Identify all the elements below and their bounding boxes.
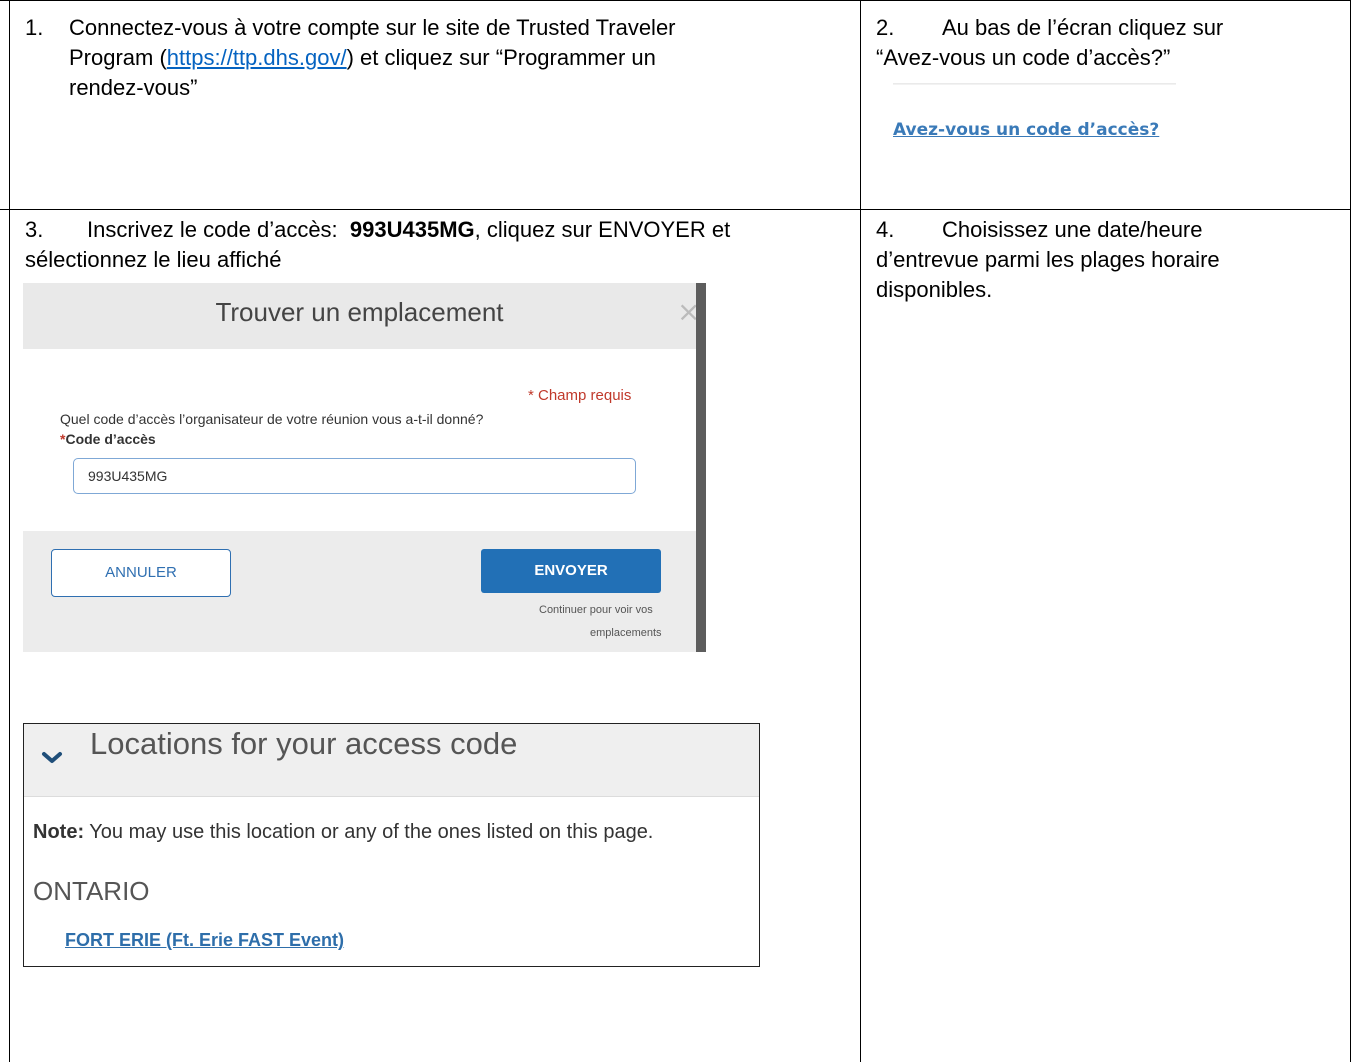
step-2-cell: 2. Au bas de l’écran cliquez sur “Avez-vo…	[876, 13, 1336, 73]
continue-hint-line-1: Continuer pour voir vos	[539, 604, 653, 616]
step-4-line-2: d’entrevue parmi les plages horaire	[876, 247, 1220, 272]
access-code-value: 993U435MG	[349, 217, 475, 242]
note-label: Note:	[33, 821, 85, 843]
step-1-text-before-url: Program (	[69, 45, 167, 70]
chevron-down-icon[interactable]	[40, 746, 64, 775]
location-link-fort-erie[interactable]: FORT ERIE (Ft. Erie FAST Event)	[65, 930, 344, 951]
step-2-number: 2.	[876, 15, 895, 40]
cancel-button[interactable]: ANNULER	[51, 549, 231, 597]
dialog-title: Trouver un emplacement	[215, 297, 504, 327]
locations-panel: Locations for your access code Note: You…	[23, 723, 760, 967]
table-row-divider	[0, 209, 1351, 210]
step-3-text-after-code: , cliquez sur ENVOYER et	[474, 217, 731, 242]
find-location-dialog: Trouver un emplacement × * Champ requis …	[23, 283, 706, 652]
access-code-question: Quel code d’accès l’organisateur de votr…	[60, 411, 484, 427]
access-code-input[interactable]: 993U435MG	[73, 458, 636, 494]
step-1-line-2: Program (https://ttp.dhs.gov/) et clique…	[25, 43, 845, 73]
step-2-text: Au bas de l’écran cliquez sur	[942, 15, 1224, 40]
continue-hint-line-2: emplacements	[590, 627, 662, 639]
locations-note: Note: You may use this location or any o…	[33, 821, 653, 844]
table-top-border	[0, 0, 1351, 1]
note-text: You may use this location or any of the …	[84, 821, 654, 843]
step-4-text: Choisissez une date/heure	[942, 217, 1203, 242]
submit-button[interactable]: ENVOYER	[481, 549, 661, 593]
table-left-border	[9, 0, 10, 1062]
step-4-cell: 4. Choisissez une date/heure d’entrevue p…	[876, 215, 1336, 305]
step-3-text-before-code: Inscrivez le code d’accès:	[87, 217, 338, 242]
step-4-line-1: 4. Choisissez une date/heure	[876, 215, 1336, 245]
table-column-divider	[860, 0, 861, 1062]
step-1-text-after-url: ) et cliquez sur “Programmer un	[346, 45, 656, 70]
access-code-link[interactable]: Avez-vous un code d’accès?	[893, 120, 1159, 140]
province-heading: ONTARIO	[33, 876, 150, 906]
step-4-number: 4.	[876, 217, 895, 242]
step-2-line-2: “Avez-vous un code d’accès?”	[876, 45, 1171, 70]
dialog-scroll-rail	[696, 283, 706, 652]
step-2-line-1: 2. Au bas de l’écran cliquez sur	[876, 13, 1336, 43]
step-1-text: Connectez-vous à votre compte sur le sit…	[69, 15, 676, 40]
step-3-line-2: sélectionnez le lieu affiché	[25, 247, 282, 272]
locations-header[interactable]: Locations for your access code	[24, 724, 759, 797]
step-3-line-1: 3. Inscrivez le code d’accès: 993U435MG, …	[25, 215, 855, 245]
access-code-label-text: Code d’accès	[65, 431, 156, 447]
step-3-number: 3.	[25, 217, 44, 242]
required-field-note: * Champ requis	[528, 387, 632, 404]
step-4-line-3: disponibles.	[876, 277, 993, 302]
step-1-line-1: 1. Connectez-vous à votre compte sur le s…	[25, 13, 845, 43]
snippet-shadow-divider	[893, 83, 1176, 85]
ttp-url-link[interactable]: https://ttp.dhs.gov/	[167, 45, 347, 70]
locations-title: Locations for your access code	[90, 726, 518, 761]
step-1-cell: 1. Connectez-vous à votre compte sur le s…	[25, 13, 845, 103]
step-1-line-3: rendez-vous”	[69, 75, 198, 100]
step-3-cell: 3. Inscrivez le code d’accès: 993U435MG, …	[25, 215, 855, 275]
access-code-label: *Code d’accès	[60, 431, 156, 447]
step-1-number: 1.	[25, 15, 44, 40]
